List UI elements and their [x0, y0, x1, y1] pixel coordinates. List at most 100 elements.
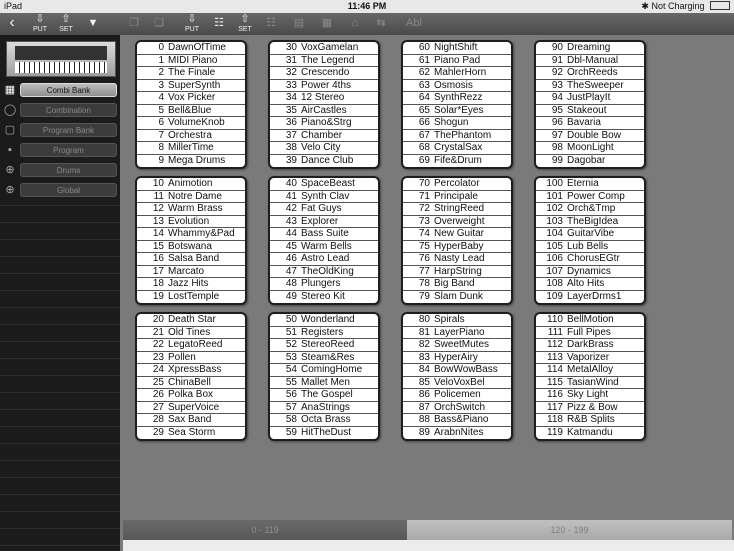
- program-slot[interactable]: 14 Whammy&Pad: [137, 228, 245, 241]
- program-slot[interactable]: 102 Orch&Tmp: [536, 203, 644, 216]
- program-slot[interactable]: 39 Dance Club: [270, 155, 378, 168]
- program-slot[interactable]: 68 CrystalSax: [403, 142, 511, 155]
- program-slot[interactable]: 32 Crescendo: [270, 67, 378, 80]
- program-slot[interactable]: 80 Spirals: [403, 314, 511, 327]
- program-slot[interactable]: 18 Jazz Hits: [137, 278, 245, 291]
- dropdown-button[interactable]: ▼: [84, 13, 102, 35]
- keys-button[interactable]: ▤: [290, 13, 308, 35]
- set-button-2[interactable]: ⇧ SET: [235, 13, 255, 35]
- program-slot[interactable]: 104 GuitarVibe: [536, 228, 644, 241]
- put-button[interactable]: ⇩ PUT: [30, 13, 50, 35]
- put-button-2[interactable]: ⇩ PUT: [182, 13, 202, 35]
- program-slot[interactable]: 73 Overweight: [403, 216, 511, 228]
- program-slot[interactable]: 114 MetalAlloy: [536, 364, 644, 377]
- program-slot[interactable]: 119 Katmandu: [536, 427, 644, 440]
- program-slot[interactable]: 4 Vox Picker: [137, 92, 245, 105]
- nav-combi-bank[interactable]: Combi Bank: [20, 83, 117, 97]
- program-slot[interactable]: 83 HyperAiry: [403, 352, 511, 364]
- program-slot[interactable]: 66 Shogun: [403, 117, 511, 130]
- program-slot[interactable]: 85 VeloVoxBel: [403, 377, 511, 389]
- program-slot[interactable]: 58 Octa Brass: [270, 414, 378, 427]
- program-slot[interactable]: 109 LayerDrms1: [536, 291, 644, 304]
- program-slot[interactable]: 23 Pollen: [137, 352, 245, 364]
- program-slot[interactable]: 113 Vaporizer: [536, 352, 644, 364]
- program-slot[interactable]: 46 Astro Lead: [270, 253, 378, 266]
- set-button[interactable]: ⇧ SET: [56, 13, 76, 35]
- program-slot[interactable]: 26 Polka Box: [137, 389, 245, 402]
- program-slot[interactable]: 15 Botswana: [137, 241, 245, 253]
- program-slot[interactable]: 76 Nasty Lead: [403, 253, 511, 266]
- program-slot[interactable]: 40 SpaceBeast: [270, 178, 378, 191]
- program-slot[interactable]: 72 StringReed: [403, 203, 511, 216]
- program-slot[interactable]: 94 JustPlayIt: [536, 92, 644, 105]
- program-slot[interactable]: 108 Alto Hits: [536, 278, 644, 291]
- program-slot[interactable]: 41 Synth Clav: [270, 191, 378, 203]
- nav-drums[interactable]: Drums: [20, 163, 117, 177]
- link-button[interactable]: ⇆: [372, 13, 390, 35]
- tempo-button[interactable]: ⌂: [346, 13, 364, 35]
- program-slot[interactable]: 1 MIDI Piano: [137, 55, 245, 67]
- program-slot[interactable]: 101 Power Comp: [536, 191, 644, 203]
- program-slot[interactable]: 33 Power 4ths: [270, 80, 378, 92]
- nav-program[interactable]: Program: [20, 143, 117, 157]
- program-slot[interactable]: 28 Sax Band: [137, 414, 245, 427]
- program-slot[interactable]: 62 MahlerHorn: [403, 67, 511, 80]
- program-slot[interactable]: 105 Lub Bells: [536, 241, 644, 253]
- program-slot[interactable]: 52 StereoReed: [270, 339, 378, 352]
- program-slot[interactable]: 53 Steam&Res: [270, 352, 378, 364]
- program-slot[interactable]: 47 TheOldKing: [270, 266, 378, 278]
- program-slot[interactable]: 24 XpressBass: [137, 364, 245, 377]
- program-slot[interactable]: 6 VolumeKnob: [137, 117, 245, 130]
- nav-combination[interactable]: Combination: [20, 103, 117, 117]
- copy-button[interactable]: ❐: [125, 13, 143, 35]
- program-slot[interactable]: 97 Double Bow: [536, 130, 644, 142]
- program-slot[interactable]: 67 ThePhantom: [403, 130, 511, 142]
- program-slot[interactable]: 5 Bell&Blue: [137, 105, 245, 117]
- program-slot[interactable]: 82 SweetMutes: [403, 339, 511, 352]
- program-slot[interactable]: 90 Dreaming: [536, 42, 644, 55]
- tab-bank-120-199[interactable]: 120 - 199: [407, 520, 732, 540]
- program-slot[interactable]: 55 Mallet Men: [270, 377, 378, 389]
- program-slot[interactable]: 106 ChorusEGtr: [536, 253, 644, 266]
- nav-program-bank[interactable]: Program Bank: [20, 123, 117, 137]
- program-slot[interactable]: 115 TasianWind: [536, 377, 644, 389]
- program-slot[interactable]: 64 SynthRezz: [403, 92, 511, 105]
- program-slot[interactable]: 20 Death Star: [137, 314, 245, 327]
- program-slot[interactable]: 110 BellMotion: [536, 314, 644, 327]
- program-slot[interactable]: 71 Principale: [403, 191, 511, 203]
- program-slot[interactable]: 78 Big Band: [403, 278, 511, 291]
- program-slot[interactable]: 81 LayerPiano: [403, 327, 511, 339]
- program-slot[interactable]: 21 Old Tines: [137, 327, 245, 339]
- program-slot[interactable]: 42 Fat Guys: [270, 203, 378, 216]
- program-slot[interactable]: 25 ChinaBell: [137, 377, 245, 389]
- program-slot[interactable]: 17 Marcato: [137, 266, 245, 278]
- program-slot[interactable]: 118 R&B Splits: [536, 414, 644, 427]
- program-slot[interactable]: 22 LegatoReed: [137, 339, 245, 352]
- program-slot[interactable]: 10 Animotion: [137, 178, 245, 191]
- program-slot[interactable]: 8 MillerTime: [137, 142, 245, 155]
- program-slot[interactable]: 88 Bass&Piano: [403, 414, 511, 427]
- program-slot[interactable]: 50 Wonderland: [270, 314, 378, 327]
- program-slot[interactable]: 38 Velo City: [270, 142, 378, 155]
- program-slot[interactable]: 9 Mega Drums: [137, 155, 245, 168]
- program-slot[interactable]: 111 Full Pipes: [536, 327, 644, 339]
- program-slot[interactable]: 107 Dynamics: [536, 266, 644, 278]
- program-slot[interactable]: 27 SuperVoice: [137, 402, 245, 414]
- program-slot[interactable]: 45 Warm Bells: [270, 241, 378, 253]
- program-slot[interactable]: 36 Piano&Strg: [270, 117, 378, 130]
- program-slot[interactable]: 99 Dagobar: [536, 155, 644, 168]
- program-slot[interactable]: 63 Osmosis: [403, 80, 511, 92]
- program-slot[interactable]: 51 Registers: [270, 327, 378, 339]
- program-slot[interactable]: 100 Eternia: [536, 178, 644, 191]
- program-slot[interactable]: 103 TheBigIdea: [536, 216, 644, 228]
- program-slot[interactable]: 44 Bass Suite: [270, 228, 378, 241]
- program-slot[interactable]: 0 DawnOfTime: [137, 42, 245, 55]
- program-slot[interactable]: 96 Bavaria: [536, 117, 644, 130]
- program-slot[interactable]: 13 Evolution: [137, 216, 245, 228]
- program-slot[interactable]: 3 SuperSynth: [137, 80, 245, 92]
- program-slot[interactable]: 48 Plungers: [270, 278, 378, 291]
- mixer-button[interactable]: ☷: [210, 13, 228, 35]
- program-slot[interactable]: 95 Stakeout: [536, 105, 644, 117]
- program-slot[interactable]: 112 DarkBrass: [536, 339, 644, 352]
- program-slot[interactable]: 37 Chamber: [270, 130, 378, 142]
